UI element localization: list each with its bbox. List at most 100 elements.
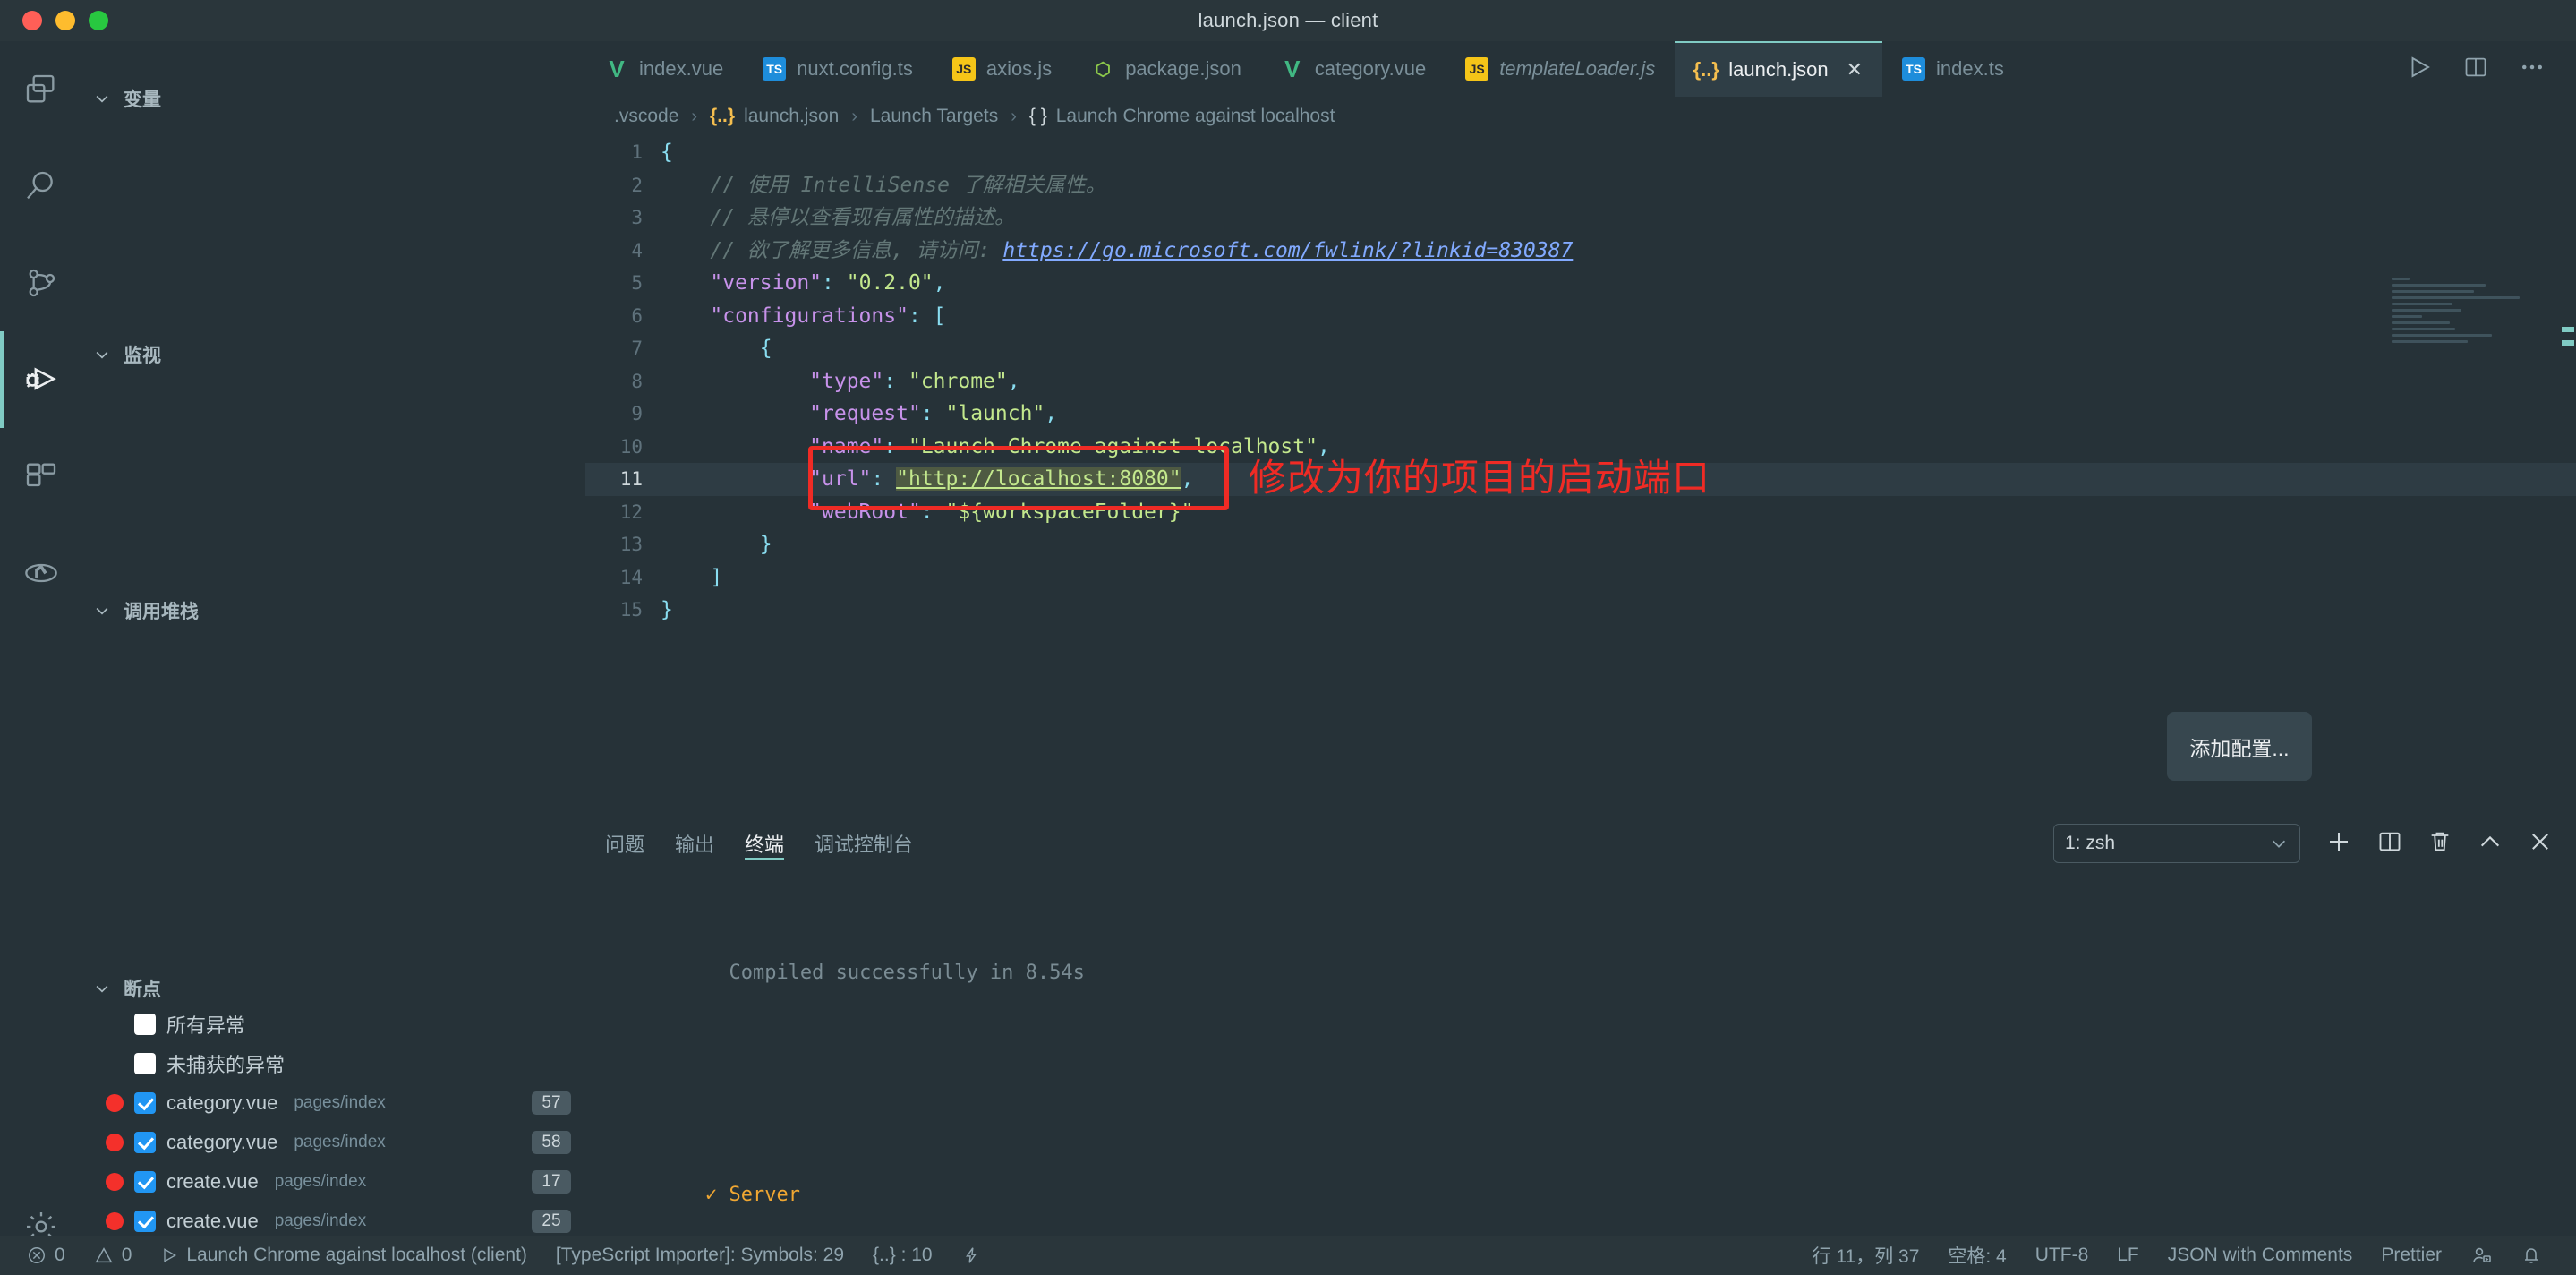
- new-terminal-icon[interactable]: [2325, 828, 2352, 860]
- formatter[interactable]: Prettier: [2367, 1236, 2456, 1275]
- vue-file-icon: V: [1281, 57, 1304, 81]
- line-number: 14: [585, 561, 661, 595]
- chevron-down-icon: [93, 90, 111, 107]
- typescript-file-icon: TS: [763, 57, 786, 81]
- json-symbols-status[interactable]: {..} : 10: [858, 1236, 947, 1275]
- annotation-highlight-box: [808, 446, 1229, 510]
- breadcrumb-folder[interactable]: .vscode: [614, 106, 678, 127]
- source-control-icon[interactable]: [0, 235, 82, 331]
- breadcrumb-separator: ›: [851, 107, 857, 127]
- variables-section-header[interactable]: 变量: [82, 82, 585, 115]
- line-number: 1: [585, 136, 661, 169]
- breakpoint-file: category.vue: [166, 1091, 277, 1115]
- tab-category-vue[interactable]: V category.vue: [1261, 41, 1446, 97]
- lightning-icon[interactable]: [947, 1236, 995, 1275]
- code-token: {: [661, 141, 673, 164]
- tab-label: templateLoader.js: [1499, 57, 1655, 81]
- code-string: "0.2.0": [847, 271, 934, 295]
- chevron-down-icon[interactable]: [2269, 834, 2289, 853]
- tab-index-vue[interactable]: V index.vue: [585, 41, 743, 97]
- code-punct: ,: [1008, 370, 1020, 393]
- tab-label: nuxt.config.ts: [797, 57, 913, 81]
- checkbox[interactable]: [134, 1132, 156, 1153]
- breakpoint-line: 58: [532, 1131, 571, 1154]
- breadcrumb-file[interactable]: launch.json: [744, 106, 839, 127]
- breadcrumb-symbol-config[interactable]: Launch Chrome against localhost: [1056, 106, 1335, 127]
- minimap[interactable]: [2392, 278, 2544, 340]
- typescript-importer-status[interactable]: [TypeScript Importer]: Symbols: 29: [542, 1236, 858, 1275]
- watch-section-header[interactable]: 监视: [82, 338, 585, 371]
- warnings-count[interactable]: 0: [80, 1236, 147, 1275]
- explorer-icon[interactable]: [0, 41, 82, 138]
- breakpoint-uncaught-exceptions[interactable]: 未捕获的异常: [82, 1044, 585, 1083]
- indentation[interactable]: 空格: 4: [1933, 1236, 2020, 1275]
- javascript-file-icon: JS: [952, 57, 976, 81]
- code-line: 1 {: [585, 136, 2576, 169]
- cursor-position[interactable]: 行 11，列 37: [1798, 1236, 1934, 1275]
- tab-nuxt-config-ts[interactable]: TS nuxt.config.ts: [743, 41, 933, 97]
- code-line: 2 // 使用 IntelliSense 了解相关属性。: [585, 169, 2576, 202]
- breadcrumb-symbol-launch-targets[interactable]: Launch Targets: [870, 106, 998, 127]
- warning-triangle-icon: [94, 1245, 114, 1265]
- status-bar: 0 0 Launch Chrome against localhost (cli…: [0, 1236, 2576, 1275]
- call-stack-section: 调用堆栈: [82, 595, 585, 627]
- add-configuration-button[interactable]: 添加配置...: [2167, 712, 2312, 781]
- close-tab-icon[interactable]: ✕: [1847, 58, 1863, 81]
- breakpoints-section-header[interactable]: 断点: [82, 972, 585, 1005]
- debug-target-label: Launch Chrome against localhost (client): [186, 1245, 527, 1266]
- json-file-icon: {..}: [710, 106, 735, 127]
- tab-output[interactable]: 输出: [675, 817, 714, 870]
- typescript-importer-label: [TypeScript Importer]: Symbols: 29: [556, 1245, 844, 1266]
- code-line: 15 }: [585, 594, 2576, 627]
- line-number: 3: [585, 201, 661, 235]
- checkbox[interactable]: [134, 1092, 156, 1114]
- overview-ruler-mark: [2562, 327, 2574, 332]
- encoding[interactable]: UTF-8: [2021, 1236, 2103, 1275]
- play-icon: [160, 1246, 178, 1264]
- tab-problems[interactable]: 问题: [605, 817, 644, 870]
- checkbox[interactable]: [134, 1171, 156, 1193]
- maximize-panel-icon[interactable]: [2478, 829, 2503, 859]
- remote-explorer-icon[interactable]: [0, 525, 82, 621]
- tab-terminal[interactable]: 终端: [745, 817, 784, 870]
- tab-index-ts[interactable]: TS index.ts: [1882, 41, 2024, 97]
- errors-count[interactable]: 0: [13, 1236, 80, 1275]
- close-panel-icon[interactable]: [2528, 829, 2553, 859]
- notifications-bell-icon[interactable]: [2506, 1236, 2556, 1275]
- code-line: 8 "type": "chrome",: [585, 365, 2576, 398]
- search-icon[interactable]: [0, 138, 82, 235]
- breakpoint-row[interactable]: category.vue pages/index 58: [82, 1123, 585, 1162]
- checkbox[interactable]: [134, 1014, 156, 1035]
- breakpoint-label: 所有异常: [166, 1010, 245, 1039]
- tab-label: package.json: [1125, 57, 1241, 81]
- breakpoint-all-exceptions[interactable]: 所有异常: [82, 1005, 585, 1044]
- panel-actions: 1: zsh: [2053, 824, 2553, 863]
- more-actions-icon[interactable]: [2519, 54, 2546, 85]
- run-debug-icon[interactable]: [0, 331, 82, 428]
- tab-package-json[interactable]: ⬡ package.json: [1071, 41, 1261, 97]
- activity-bar: [0, 41, 82, 1275]
- split-terminal-icon[interactable]: [2377, 829, 2402, 859]
- tab-axios-js[interactable]: JS axios.js: [933, 41, 1071, 97]
- account-icon[interactable]: [2456, 1236, 2506, 1275]
- extensions-icon[interactable]: [0, 428, 82, 525]
- checkbox[interactable]: [134, 1053, 156, 1074]
- tab-template-loader-js[interactable]: JS templateLoader.js: [1446, 41, 1675, 97]
- kill-terminal-icon[interactable]: [2427, 829, 2452, 859]
- tab-debug-console[interactable]: 调试控制台: [815, 817, 913, 870]
- debug-target[interactable]: Launch Chrome against localhost (client): [146, 1236, 542, 1275]
- breakpoint-row[interactable]: category.vue pages/index 57: [82, 1083, 585, 1123]
- split-editor-icon[interactable]: [2463, 55, 2488, 84]
- call-stack-section-header[interactable]: 调用堆栈: [82, 595, 585, 627]
- eol[interactable]: LF: [2103, 1236, 2154, 1275]
- checkbox[interactable]: [134, 1211, 156, 1232]
- doc-link[interactable]: https://go.microsoft.com/fwlink/?linkid=…: [1002, 239, 1573, 262]
- breakpoint-row[interactable]: create.vue pages/index 17: [82, 1162, 585, 1202]
- language-mode[interactable]: JSON with Comments: [2154, 1236, 2367, 1275]
- terminal-instance-select[interactable]: 1: zsh: [2053, 824, 2300, 863]
- terminal-output[interactable]: Compiled successfully in 8.54s ✓ Server …: [585, 870, 2576, 1275]
- run-file-icon[interactable]: [2406, 54, 2433, 85]
- line-number: 4: [585, 235, 661, 268]
- breakpoint-dot-icon: [106, 1094, 124, 1112]
- tab-launch-json[interactable]: {..} launch.json ✕: [1675, 41, 1882, 97]
